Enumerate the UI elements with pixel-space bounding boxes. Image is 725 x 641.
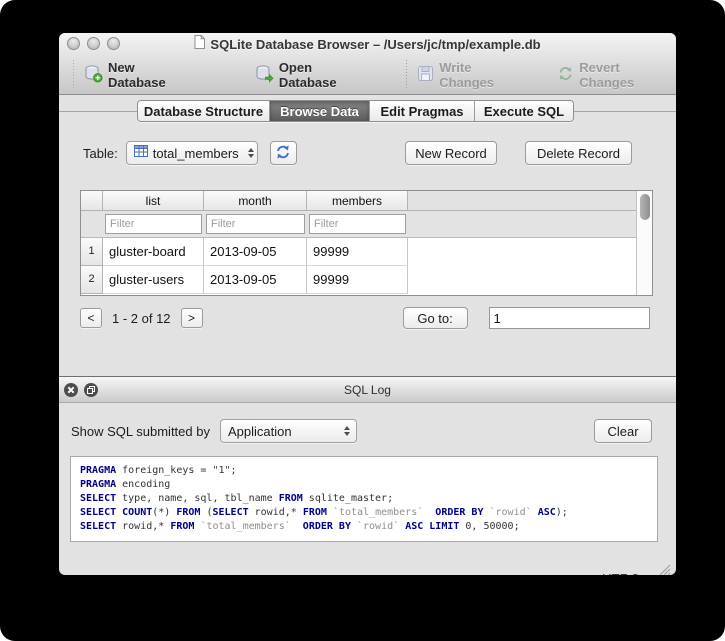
cell-members[interactable]: 99999 bbox=[307, 238, 408, 266]
column-header-members[interactable]: members bbox=[307, 191, 408, 211]
sql-log-controls: Show SQL submitted by Application Clear bbox=[59, 418, 676, 444]
new-database-icon bbox=[84, 64, 103, 86]
cell-members[interactable]: 99999 bbox=[307, 266, 408, 294]
table-select[interactable]: total_members bbox=[126, 141, 258, 165]
new-database-button[interactable]: New Database bbox=[84, 60, 194, 90]
table-row: 1 gluster-board 2013-09-05 99999 bbox=[81, 238, 652, 266]
new-database-label: New Database bbox=[108, 60, 194, 90]
minimize-window-button[interactable] bbox=[87, 37, 100, 50]
grid-corner-cell bbox=[81, 191, 103, 211]
filter-fill bbox=[408, 211, 652, 237]
scrollbar-thumb[interactable] bbox=[640, 194, 650, 220]
table-select-value: total_members bbox=[153, 146, 239, 161]
tab-execute-sql[interactable]: Execute SQL bbox=[475, 101, 573, 121]
sql-log-line: SELECT type, name, sql, tbl_name FROM sq… bbox=[80, 492, 648, 506]
goto-record-input[interactable] bbox=[489, 307, 650, 329]
traffic-lights bbox=[67, 37, 120, 50]
delete-record-button[interactable]: Delete Record bbox=[525, 141, 632, 165]
tab-browse-data[interactable]: Browse Data bbox=[270, 101, 370, 121]
write-changes-icon bbox=[417, 65, 434, 85]
grid-body: 1 gluster-board 2013-09-05 99999 2 glust… bbox=[81, 238, 652, 294]
app-window: SQLite Database Browser – /Users/jc/tmp/… bbox=[59, 33, 676, 575]
encoding-label: UTF-8 bbox=[602, 571, 639, 576]
toolbar: New Database Open Database Write Changes… bbox=[59, 55, 676, 94]
filter-input-month[interactable] bbox=[206, 214, 305, 234]
goto-button[interactable]: Go to: bbox=[403, 307, 468, 329]
toolbar-drag-handle bbox=[73, 60, 76, 90]
window-chrome: SQLite Database Browser – /Users/jc/tmp/… bbox=[59, 33, 676, 95]
sql-log-title: SQL Log bbox=[59, 383, 676, 397]
zoom-window-button[interactable] bbox=[107, 37, 120, 50]
sql-log-line: SELECT rowid,* FROM `total_members` ORDE… bbox=[80, 520, 648, 534]
grid-header-fill bbox=[408, 191, 652, 211]
filter-cell bbox=[307, 211, 408, 237]
revert-changes-button: Revert Changes bbox=[557, 60, 676, 90]
filter-input-members[interactable] bbox=[309, 214, 406, 234]
window-titlebar[interactable]: SQLite Database Browser – /Users/jc/tmp/… bbox=[59, 33, 676, 55]
resize-grip[interactable] bbox=[658, 563, 671, 575]
stepper-arrows-icon bbox=[344, 426, 350, 436]
sql-log-panel: Show SQL submitted by Application Clear … bbox=[59, 418, 676, 561]
table-controls-row: Table: total_members New Record Delete R… bbox=[59, 140, 676, 166]
grid-header-row: list month members bbox=[81, 191, 652, 211]
tab-database-structure[interactable]: Database Structure bbox=[138, 101, 270, 121]
tab-edit-pragmas[interactable]: Edit Pragmas bbox=[370, 101, 475, 121]
cell-month[interactable]: 2013-09-05 bbox=[204, 238, 307, 266]
row-fill bbox=[408, 238, 652, 266]
write-changes-label: Write Changes bbox=[439, 60, 528, 90]
column-header-list[interactable]: list bbox=[103, 191, 204, 211]
sql-log-dock-header: SQL Log bbox=[59, 376, 676, 403]
open-database-label: Open Database bbox=[279, 60, 371, 90]
column-header-month[interactable]: month bbox=[204, 191, 307, 211]
desktop-background: SQLite Database Browser – /Users/jc/tmp/… bbox=[0, 0, 725, 641]
window-title: SQLite Database Browser – /Users/jc/tmp/… bbox=[210, 37, 540, 52]
revert-changes-icon bbox=[557, 65, 574, 85]
document-icon bbox=[194, 35, 205, 54]
cell-list[interactable]: gluster-board bbox=[103, 238, 204, 266]
status-bar: UTF-8 bbox=[59, 561, 676, 575]
stepper-arrows-icon bbox=[248, 148, 254, 158]
filter-cell bbox=[204, 211, 307, 237]
table-label: Table: bbox=[83, 146, 118, 161]
close-window-button[interactable] bbox=[67, 37, 80, 50]
grid-vertical-scrollbar[interactable] bbox=[636, 191, 652, 295]
main-tabs: Database Structure Browse Data Edit Prag… bbox=[137, 100, 574, 122]
revert-changes-label: Revert Changes bbox=[579, 60, 676, 90]
previous-page-button[interactable]: < bbox=[80, 308, 102, 328]
cell-list[interactable]: gluster-users bbox=[103, 266, 204, 294]
row-fill bbox=[408, 266, 652, 294]
next-page-button[interactable]: > bbox=[181, 308, 203, 328]
sql-source-value: Application bbox=[228, 424, 292, 439]
browse-data-panel: Table: total_members New Record Delete R… bbox=[59, 140, 676, 376]
open-database-icon bbox=[255, 64, 274, 86]
table-icon bbox=[134, 144, 148, 162]
filter-corner bbox=[81, 211, 103, 237]
sql-log-text[interactable]: PRAGMA foreign_keys = "1";PRAGMA encodin… bbox=[70, 456, 658, 542]
refresh-icon bbox=[275, 144, 291, 163]
filter-cell bbox=[103, 211, 204, 237]
sql-log-line: PRAGMA encoding bbox=[80, 478, 648, 492]
tab-strip: Database Structure Browse Data Edit Prag… bbox=[59, 95, 676, 127]
toolbar-separator bbox=[405, 60, 407, 90]
filter-input-list[interactable] bbox=[105, 214, 202, 234]
clear-log-button[interactable]: Clear bbox=[594, 419, 652, 443]
data-grid: list month members 1 gluster-board bbox=[80, 190, 653, 296]
record-range-label: 1 - 2 of 12 bbox=[112, 311, 171, 326]
row-number[interactable]: 1 bbox=[81, 238, 103, 266]
grid-filter-row bbox=[81, 211, 652, 238]
show-sql-label: Show SQL submitted by bbox=[71, 424, 210, 439]
title-area: SQLite Database Browser – /Users/jc/tmp/… bbox=[59, 33, 676, 55]
open-database-button[interactable]: Open Database bbox=[255, 60, 371, 90]
write-changes-button: Write Changes bbox=[417, 60, 528, 90]
sql-source-select[interactable]: Application bbox=[220, 419, 357, 443]
refresh-button[interactable] bbox=[270, 141, 297, 165]
sql-log-line: SELECT COUNT(*) FROM (SELECT rowid,* FRO… bbox=[80, 506, 648, 520]
sql-log-line: PRAGMA foreign_keys = "1"; bbox=[80, 464, 648, 478]
table-row: 2 gluster-users 2013-09-05 99999 bbox=[81, 266, 652, 294]
cell-month[interactable]: 2013-09-05 bbox=[204, 266, 307, 294]
new-record-button[interactable]: New Record bbox=[405, 141, 497, 165]
pagination-row: < 1 - 2 of 12 > Go to: bbox=[80, 306, 651, 330]
row-number[interactable]: 2 bbox=[81, 266, 103, 294]
